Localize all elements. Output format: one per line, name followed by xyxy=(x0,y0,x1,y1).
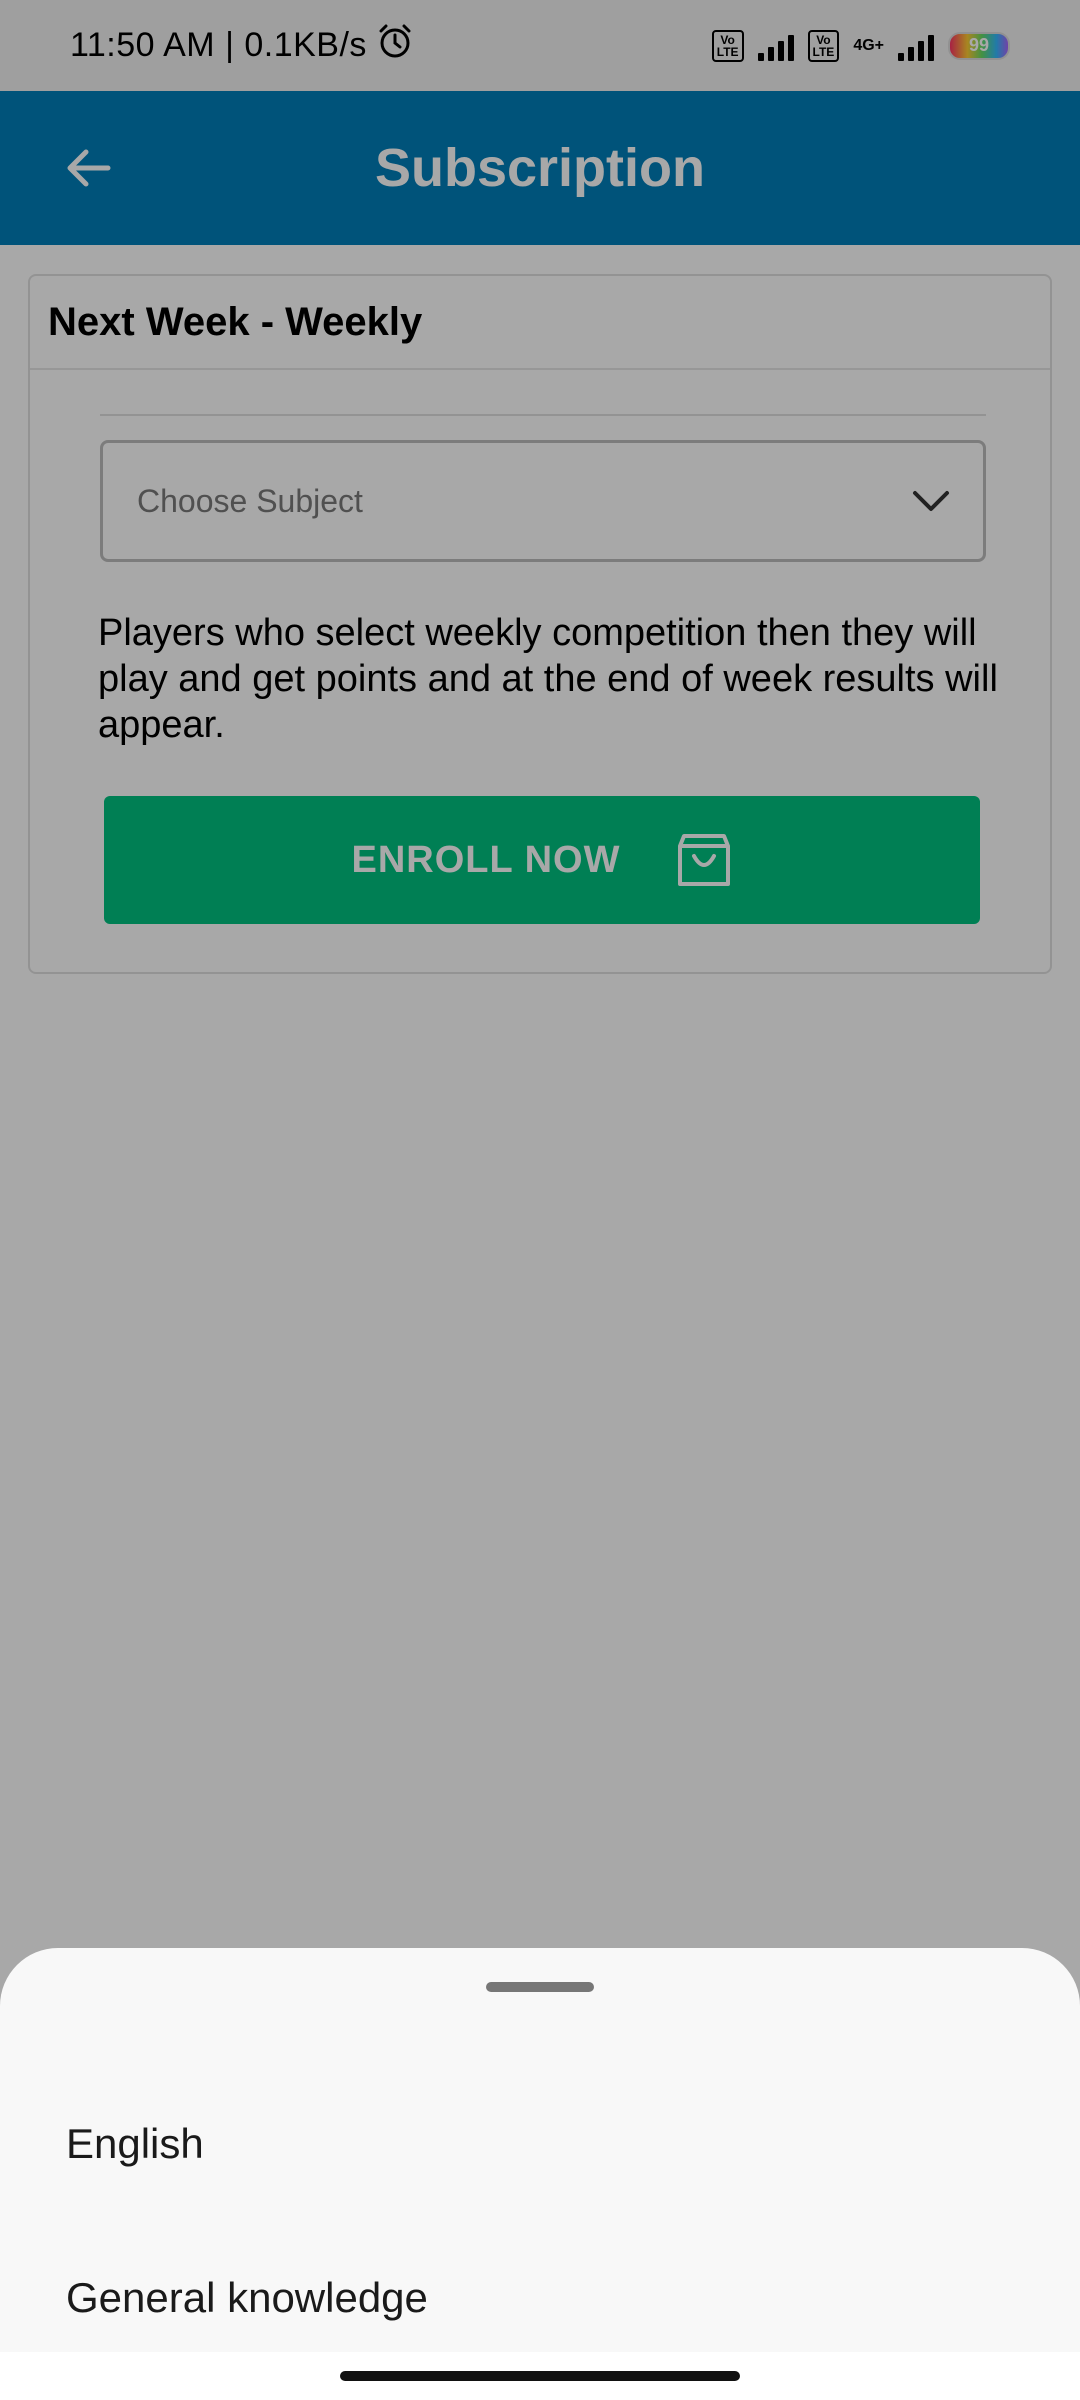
home-indicator[interactable] xyxy=(340,2371,740,2381)
option-english[interactable]: English xyxy=(0,2084,1080,2204)
option-general-knowledge[interactable]: General knowledge xyxy=(0,2238,1080,2358)
screen: 11:50 AM | 0.1KB/s Vo LTE Vo LTE 4G+ 99 xyxy=(0,0,1080,2400)
subject-bottom-sheet: English General knowledge xyxy=(0,1948,1080,2352)
drag-handle[interactable] xyxy=(486,1982,594,1992)
